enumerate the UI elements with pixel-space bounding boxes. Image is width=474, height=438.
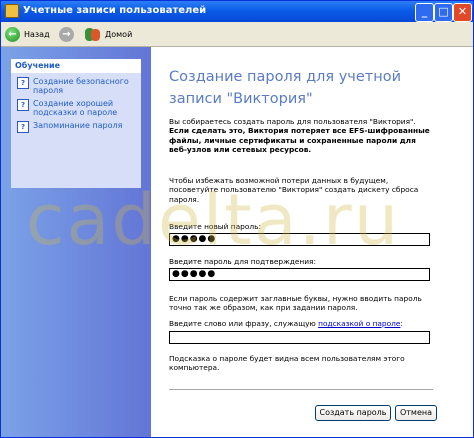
back-arrow-icon: ← bbox=[5, 26, 20, 42]
hint-label-prefix: Введите слово или фразу, служащую bbox=[169, 319, 319, 328]
title-bar[interactable]: Учетные записи пользователей _ □ ✕ bbox=[1, 1, 473, 22]
sidebar-item-remember-password[interactable]: ? Запоминание пароля bbox=[17, 121, 138, 133]
main-content: Создание пароля для учетной записи "Викт… bbox=[151, 47, 473, 437]
sidebar-item-label: Создание безопасного пароля bbox=[33, 77, 129, 95]
sidebar-item-good-hint[interactable]: ? Создание хорошей подсказки о пароле bbox=[17, 99, 138, 117]
user-accounts-window: Учетные записи пользователей _ □ ✕ ← Наз… bbox=[0, 0, 474, 438]
warning-bold: Если сделать это, Виктория потеряет все … bbox=[169, 126, 430, 154]
maximize-button[interactable]: □ bbox=[434, 3, 453, 22]
help-icon: ? bbox=[17, 121, 29, 133]
create-password-button[interactable]: Создать пароль bbox=[315, 405, 391, 421]
confirm-password-label: Введите пароль для подтверждения: bbox=[169, 257, 316, 266]
back-label: Назад bbox=[24, 29, 50, 39]
password-hint-field[interactable] bbox=[169, 331, 430, 344]
cancel-button[interactable]: Отмена bbox=[395, 405, 437, 421]
help-icon: ? bbox=[17, 77, 29, 89]
panel-title: Обучение bbox=[11, 59, 141, 73]
new-password-label: Введите новый пароль: bbox=[169, 222, 261, 231]
hint-label: Введите слово или фразу, служащую подска… bbox=[169, 319, 431, 328]
hint-label-suffix: : bbox=[400, 319, 403, 328]
help-icon: ? bbox=[17, 99, 29, 111]
hint-visibility-note: Подсказка о пароле будет видна всем поль… bbox=[169, 354, 405, 373]
confirm-password-field[interactable]: ●●●●● bbox=[169, 268, 430, 281]
sidebar-item-safe-password[interactable]: ? Создание безопасного пароля bbox=[17, 77, 138, 95]
learn-about-panel: Обучение ? Создание безопасного пароля ?… bbox=[11, 59, 141, 188]
user-accounts-icon bbox=[5, 4, 19, 18]
new-password-field[interactable]: ●●●●● bbox=[169, 233, 430, 246]
sidebar-item-label: Запоминание пароля bbox=[33, 121, 123, 130]
forward-arrow-icon: → bbox=[59, 26, 74, 42]
divider bbox=[169, 389, 433, 390]
warning-intro: Вы собираетесь создать пароль для пользо… bbox=[169, 117, 416, 126]
sidebar: Обучение ? Создание безопасного пароля ?… bbox=[1, 47, 151, 437]
window-title: Учетные записи пользователей bbox=[23, 5, 207, 16]
close-button[interactable]: ✕ bbox=[453, 3, 472, 22]
page-title: Создание пароля для учетной записи "Викт… bbox=[169, 69, 402, 107]
back-button[interactable]: ← Назад bbox=[5, 25, 50, 43]
minimize-button[interactable]: _ bbox=[415, 3, 434, 22]
reset-disk-advice: Чтобы избежать возможной потери данных в… bbox=[169, 176, 419, 204]
efs-warning: Вы собираетесь создать пароль для пользо… bbox=[169, 117, 431, 154]
hint-help-link[interactable]: подсказкой о пароле bbox=[318, 319, 400, 328]
home-label: Домой bbox=[105, 29, 133, 39]
forward-button[interactable]: → bbox=[59, 25, 74, 43]
caps-note: Если пароль содержит заглавные буквы, ну… bbox=[169, 294, 422, 313]
sidebar-item-label: Создание хорошей подсказки о пароле bbox=[33, 99, 118, 117]
users-icon bbox=[85, 27, 101, 42]
toolbar: ← Назад → Домой bbox=[1, 22, 473, 47]
home-button[interactable]: Домой bbox=[85, 25, 132, 43]
